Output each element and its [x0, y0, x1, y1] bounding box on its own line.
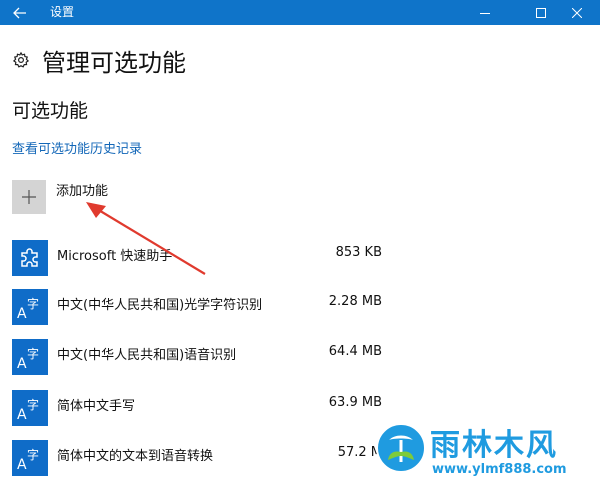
plus-icon	[22, 190, 36, 204]
feature-item[interactable]: A 字 中文(中华人民共和国)光学字符识别 2.28 MB	[12, 289, 382, 325]
svg-text:字: 字	[27, 296, 39, 311]
title-bar: 设置	[0, 0, 600, 25]
feature-size: 853 KB	[335, 245, 382, 260]
feature-size: 2.28 MB	[328, 294, 382, 309]
close-button[interactable]	[554, 0, 600, 25]
watermark: 雨林木风 www.ylmf888.com	[375, 420, 597, 488]
close-icon	[572, 7, 582, 18]
svg-text:A: A	[17, 306, 27, 321]
minimize-button[interactable]	[462, 0, 508, 25]
feature-size: 64.4 MB	[328, 344, 382, 359]
annotation-arrow	[86, 202, 206, 275]
svg-text:字: 字	[27, 447, 39, 462]
svg-text:A: A	[17, 457, 27, 472]
feature-icon-box: A 字	[12, 440, 48, 476]
language-icon: A 字	[17, 296, 39, 321]
feature-item[interactable]: A 字 简体中文手写 63.9 MB	[12, 390, 382, 426]
language-icon: A 字	[17, 397, 39, 422]
watermark-url: www.ylmf888.com	[432, 462, 567, 477]
back-arrow-icon	[13, 7, 26, 18]
view-history-link[interactable]: 查看可选功能历史记录	[12, 138, 142, 157]
feature-name: 简体中文手写	[57, 399, 136, 414]
back-button[interactable]	[0, 0, 40, 25]
svg-text:字: 字	[27, 346, 39, 361]
language-icon: A 字	[17, 346, 39, 371]
minimize-icon	[480, 12, 490, 14]
feature-name: 中文(中华人民共和国)语音识别	[57, 348, 237, 363]
feature-icon-box	[12, 240, 48, 276]
language-icon: A 字	[17, 447, 39, 472]
feature-size: 63.9 MB	[328, 395, 382, 410]
page-title: 管理可选功能	[42, 48, 186, 77]
page-header: 管理可选功能	[12, 44, 186, 77]
feature-name: 简体中文的文本到语音转换	[57, 449, 214, 464]
feature-item[interactable]: A 字 简体中文的文本到语音转换 57.2 M	[12, 440, 382, 476]
puzzle-icon	[21, 248, 38, 267]
feature-icon-box: A 字	[12, 289, 48, 325]
feature-icon-box: A 字	[12, 339, 48, 375]
feature-name: 中文(中华人民共和国)光学字符识别	[57, 298, 263, 313]
svg-text:A: A	[17, 356, 27, 371]
feature-item[interactable]: A 字 中文(中华人民共和国)语音识别 64.4 MB	[12, 339, 382, 375]
section-title: 可选功能	[12, 100, 89, 122]
feature-icon-box: A 字	[12, 390, 48, 426]
gear-icon	[12, 51, 30, 68]
window-title: 设置	[50, 5, 75, 19]
maximize-icon	[536, 7, 546, 18]
svg-text:A: A	[17, 407, 27, 422]
svg-text:字: 字	[27, 397, 39, 412]
watermark-logo-icon	[376, 423, 426, 473]
watermark-name: 雨林木风	[430, 428, 558, 463]
add-feature-tile[interactable]	[12, 180, 46, 214]
